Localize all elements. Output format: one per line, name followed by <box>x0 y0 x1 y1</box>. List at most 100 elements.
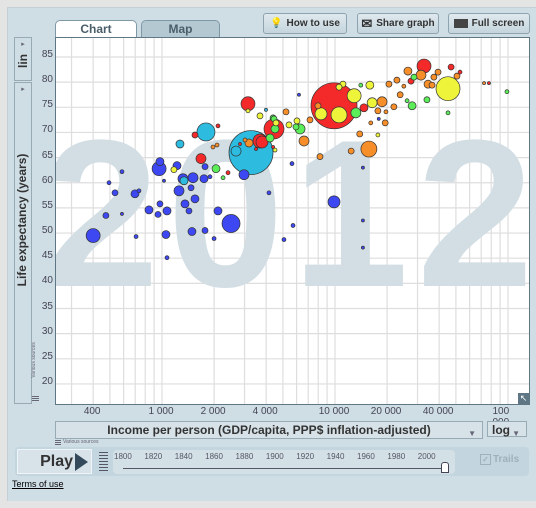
country-bubble[interactable] <box>199 174 209 184</box>
country-bubble[interactable] <box>187 184 195 192</box>
country-bubble[interactable] <box>225 170 231 176</box>
country-bubble[interactable] <box>457 69 463 75</box>
country-bubble[interactable] <box>161 230 171 239</box>
country-bubble[interactable] <box>290 223 296 228</box>
country-bubble[interactable] <box>434 68 442 76</box>
country-bubble[interactable] <box>504 89 510 95</box>
country-bubble[interactable] <box>164 255 170 261</box>
country-bubble[interactable] <box>106 180 112 186</box>
country-bubble[interactable] <box>445 110 451 116</box>
country-bubble[interactable] <box>375 132 381 138</box>
country-bubble[interactable] <box>368 120 374 126</box>
country-bubble[interactable] <box>190 194 200 204</box>
country-bubble[interactable] <box>175 139 185 149</box>
country-bubble[interactable] <box>410 73 418 81</box>
full-screen-button[interactable]: Full screen <box>448 13 530 34</box>
country-bubble[interactable] <box>210 144 216 150</box>
country-bubble[interactable] <box>292 123 300 131</box>
country-bubble[interactable] <box>435 76 461 102</box>
country-bubble[interactable] <box>393 76 401 84</box>
country-bubble[interactable] <box>156 200 164 208</box>
x-axis-selector[interactable]: Income per person (GDP/capita, PPP$ infl… <box>55 421 483 439</box>
country-bubble[interactable] <box>430 73 438 81</box>
country-bubble[interactable] <box>358 82 364 88</box>
country-bubble[interactable] <box>133 234 139 239</box>
country-bubble[interactable] <box>211 164 221 174</box>
country-bubble[interactable] <box>245 108 251 114</box>
country-bubble[interactable] <box>119 169 125 175</box>
country-bubble[interactable] <box>298 135 310 147</box>
country-bubble[interactable] <box>293 117 301 125</box>
country-bubble[interactable] <box>256 112 264 120</box>
country-bubble[interactable] <box>213 206 223 216</box>
country-bubble[interactable] <box>220 175 226 181</box>
country-bubble[interactable] <box>365 80 375 90</box>
country-bubble[interactable] <box>179 176 189 186</box>
country-bubble[interactable] <box>242 137 248 143</box>
country-bubble[interactable] <box>374 107 382 115</box>
country-bubble[interactable] <box>407 101 417 111</box>
table-icon[interactable] <box>32 396 39 402</box>
country-bubble[interactable] <box>201 163 209 171</box>
country-bubble[interactable] <box>396 91 404 99</box>
country-bubble[interactable] <box>403 66 413 76</box>
country-bubble[interactable] <box>185 207 193 215</box>
country-bubble[interactable] <box>335 83 343 91</box>
country-bubble[interactable] <box>390 103 398 111</box>
country-bubble[interactable] <box>401 83 407 89</box>
country-bubble[interactable] <box>383 109 389 115</box>
country-bubble[interactable] <box>306 116 314 124</box>
country-bubble[interactable] <box>381 119 389 127</box>
country-bubble[interactable] <box>221 214 241 233</box>
country-bubble[interactable] <box>155 157 165 166</box>
country-bubble[interactable] <box>272 119 280 127</box>
country-bubble[interactable] <box>170 166 178 174</box>
y-scale-toggle[interactable]: ▸ lin <box>14 37 32 81</box>
country-bubble[interactable] <box>238 169 250 181</box>
country-bubble[interactable] <box>144 205 154 215</box>
country-bubble[interactable] <box>356 130 364 138</box>
country-bubble[interactable] <box>361 218 365 223</box>
country-bubble[interactable] <box>111 189 119 197</box>
country-bubble[interactable] <box>404 98 410 104</box>
country-bubble[interactable] <box>360 140 378 158</box>
country-bubble[interactable] <box>316 153 324 160</box>
speed-control-icon[interactable] <box>99 452 108 472</box>
country-bubble[interactable] <box>195 153 207 164</box>
country-bubble[interactable] <box>191 131 199 139</box>
country-bubble[interactable] <box>482 81 486 86</box>
country-bubble[interactable] <box>359 103 369 113</box>
country-bubble[interactable] <box>385 80 393 88</box>
country-bubble[interactable] <box>120 212 124 216</box>
country-bubble[interactable] <box>376 96 388 108</box>
country-bubble[interactable] <box>173 185 185 197</box>
country-bubble[interactable] <box>327 195 341 209</box>
country-bubble[interactable] <box>347 147 355 155</box>
country-bubble[interactable] <box>265 133 275 143</box>
zoom-arrow-icon[interactable]: ↖ <box>518 393 529 404</box>
country-bubble[interactable] <box>330 106 348 124</box>
country-bubble[interactable] <box>154 211 162 218</box>
country-bubble[interactable] <box>428 81 436 89</box>
tab-map[interactable]: Map <box>141 20 220 38</box>
country-bubble[interactable] <box>289 161 295 166</box>
slider-thumb[interactable] <box>441 462 449 473</box>
country-bubble[interactable] <box>281 237 287 242</box>
country-bubble[interactable] <box>314 102 322 110</box>
country-bubble[interactable] <box>201 227 209 234</box>
time-slider[interactable]: 1800 1820 1840 1860 1880 1900 1920 1940 1960 1980… <box>113 450 455 474</box>
country-bubble[interactable] <box>346 88 362 104</box>
terms-of-use-link[interactable]: Terms of use <box>12 479 64 489</box>
country-bubble[interactable] <box>361 245 365 250</box>
country-bubble[interactable] <box>271 145 275 149</box>
share-graph-button[interactable]: ✉ Share graph <box>357 13 439 34</box>
country-bubble[interactable] <box>423 96 431 104</box>
play-button[interactable]: Play <box>17 449 92 474</box>
country-bubble[interactable] <box>254 147 258 151</box>
country-bubble[interactable] <box>297 92 301 97</box>
x-scale-select[interactable]: log ▼ <box>487 421 527 438</box>
country-bubble[interactable] <box>282 108 290 116</box>
country-bubble[interactable] <box>238 142 242 146</box>
how-to-use-button[interactable]: 💡 How to use <box>263 13 347 34</box>
country-bubble[interactable] <box>85 228 101 243</box>
